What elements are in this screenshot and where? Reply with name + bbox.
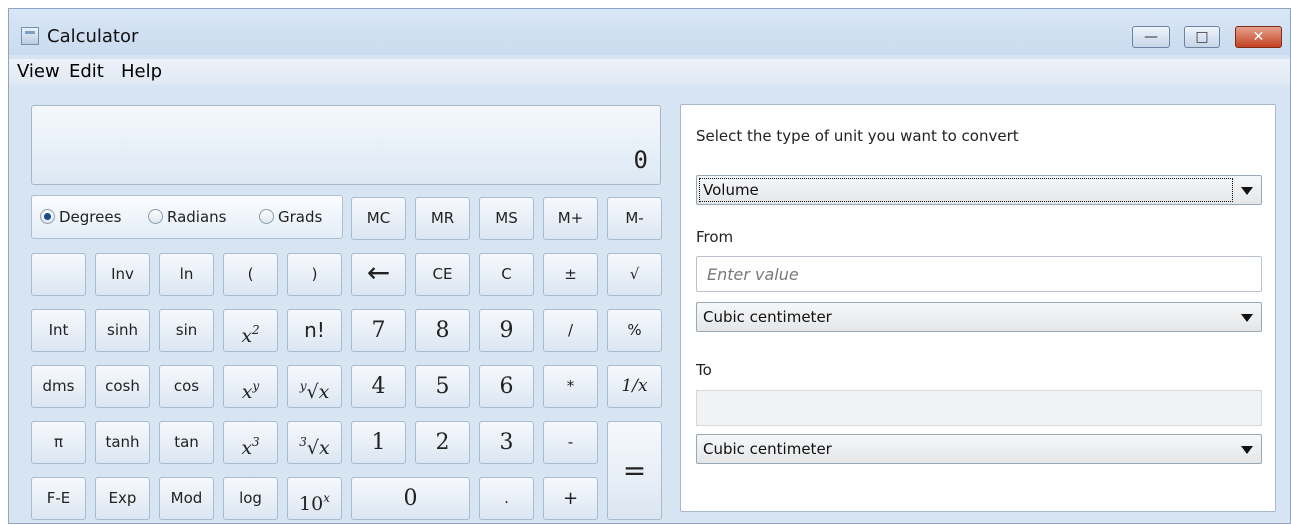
result-display: 0 xyxy=(31,105,661,185)
maximize-button[interactable]: □ xyxy=(1184,26,1220,48)
decimal-button[interactable]: . xyxy=(479,477,534,520)
cosh-button[interactable]: cosh xyxy=(95,365,150,408)
mc-button[interactable]: MC xyxy=(351,197,406,240)
radio-icon xyxy=(259,209,274,224)
calculator-window: Calculator — □ ✕ View Edit Help 0 Degree… xyxy=(8,8,1291,524)
blank-button[interactable] xyxy=(31,253,86,296)
tanh-button[interactable]: tanh xyxy=(95,421,150,464)
window-title: Calculator xyxy=(47,26,139,47)
digit-5-button[interactable]: 5 xyxy=(415,365,470,408)
x-cubed-button[interactable]: x3 xyxy=(223,421,278,464)
radio-radians[interactable]: Radians xyxy=(148,208,227,226)
minimize-icon: — xyxy=(1144,29,1158,45)
digit-0-button[interactable]: 0 xyxy=(351,477,470,520)
converter-prompt: Select the type of unit you want to conv… xyxy=(696,127,1019,145)
display-value: 0 xyxy=(633,146,648,174)
ms-button[interactable]: MS xyxy=(479,197,534,240)
close-paren-button[interactable]: ) xyxy=(287,253,342,296)
sqrt-button[interactable]: √ xyxy=(607,253,662,296)
from-unit-select[interactable]: Cubic centimeter xyxy=(696,302,1262,332)
title-bar: Calculator — □ ✕ xyxy=(9,9,1290,55)
f-e-button[interactable]: F-E xyxy=(31,477,86,520)
x-squared-button[interactable]: x2 xyxy=(223,309,278,352)
mr-button[interactable]: MR xyxy=(415,197,470,240)
log-button[interactable]: log xyxy=(223,477,278,520)
pi-button[interactable]: π xyxy=(31,421,86,464)
to-label: To xyxy=(696,361,712,379)
percent-button[interactable]: % xyxy=(607,309,662,352)
menu-help[interactable]: Help xyxy=(121,61,162,82)
to-unit-value: Cubic centimeter xyxy=(703,440,832,458)
divide-button[interactable]: / xyxy=(543,309,598,352)
from-label: From xyxy=(696,228,734,246)
y-root-x-button[interactable]: y√x xyxy=(287,365,342,408)
radio-grads-label: Grads xyxy=(278,208,323,226)
cube-root-button[interactable]: 3√x xyxy=(287,421,342,464)
sinh-button[interactable]: sinh xyxy=(95,309,150,352)
to-unit-select[interactable]: Cubic centimeter xyxy=(696,434,1262,464)
ten-power-x-button[interactable]: 10x xyxy=(287,477,342,520)
close-icon: ✕ xyxy=(1252,29,1265,45)
calculator-panel: 0 Degrees Radians Grads MC MR MS M+ M- I… xyxy=(31,105,664,520)
close-button[interactable]: ✕ xyxy=(1235,26,1282,48)
dms-button[interactable]: dms xyxy=(31,365,86,408)
mod-button[interactable]: Mod xyxy=(159,477,214,520)
minimize-button[interactable]: — xyxy=(1132,26,1170,48)
m-plus-button[interactable]: M+ xyxy=(543,197,598,240)
equals-button[interactable]: = xyxy=(607,421,662,520)
tan-button[interactable]: tan xyxy=(159,421,214,464)
add-button[interactable]: + xyxy=(543,477,598,520)
radio-degrees[interactable]: Degrees xyxy=(40,208,121,226)
digit-2-button[interactable]: 2 xyxy=(415,421,470,464)
radio-icon xyxy=(148,209,163,224)
digit-1-button[interactable]: 1 xyxy=(351,421,406,464)
inv-button[interactable]: Inv xyxy=(95,253,150,296)
from-value-field[interactable] xyxy=(696,256,1262,292)
ce-button[interactable]: CE xyxy=(415,253,470,296)
digit-6-button[interactable]: 6 xyxy=(479,365,534,408)
reciprocal-button[interactable]: 1/x xyxy=(607,365,662,408)
calculator-icon xyxy=(21,27,39,45)
digit-7-button[interactable]: 7 xyxy=(351,309,406,352)
open-paren-button[interactable]: ( xyxy=(223,253,278,296)
factorial-button[interactable]: n! xyxy=(287,309,342,352)
cos-button[interactable]: cos xyxy=(159,365,214,408)
ln-button[interactable]: ln xyxy=(159,253,214,296)
from-value-input[interactable] xyxy=(697,257,1261,291)
focus-outline xyxy=(699,178,1233,202)
from-unit-value: Cubic centimeter xyxy=(703,308,832,326)
digit-8-button[interactable]: 8 xyxy=(415,309,470,352)
maximize-icon: □ xyxy=(1195,29,1209,45)
m-minus-button[interactable]: M- xyxy=(607,197,662,240)
sin-button[interactable]: sin xyxy=(159,309,214,352)
unit-type-value: Volume xyxy=(703,181,759,199)
unit-type-select[interactable]: Volume xyxy=(696,175,1262,205)
multiply-button[interactable]: * xyxy=(543,365,598,408)
backspace-button[interactable]: ← xyxy=(351,253,406,296)
subtract-button[interactable]: - xyxy=(543,421,598,464)
chevron-down-icon xyxy=(1241,446,1253,454)
exp-button[interactable]: Exp xyxy=(95,477,150,520)
radio-selected-icon xyxy=(40,209,55,224)
radio-radians-label: Radians xyxy=(167,208,227,226)
to-value-field xyxy=(696,390,1262,426)
chevron-down-icon xyxy=(1241,187,1253,195)
menu-view[interactable]: View xyxy=(17,61,60,82)
chevron-down-icon xyxy=(1241,314,1253,322)
radio-grads[interactable]: Grads xyxy=(259,208,322,226)
x-power-y-button[interactable]: xy xyxy=(223,365,278,408)
c-button[interactable]: C xyxy=(479,253,534,296)
digit-9-button[interactable]: 9 xyxy=(479,309,534,352)
plus-minus-button[interactable]: ± xyxy=(543,253,598,296)
angle-unit-group: Degrees Radians Grads xyxy=(31,195,343,239)
digit-4-button[interactable]: 4 xyxy=(351,365,406,408)
menu-bar: View Edit Help xyxy=(9,59,1290,85)
int-button[interactable]: Int xyxy=(31,309,86,352)
radio-degrees-label: Degrees xyxy=(59,208,122,226)
unit-converter-panel: Select the type of unit you want to conv… xyxy=(680,104,1276,512)
digit-3-button[interactable]: 3 xyxy=(479,421,534,464)
menu-edit[interactable]: Edit xyxy=(69,61,104,82)
